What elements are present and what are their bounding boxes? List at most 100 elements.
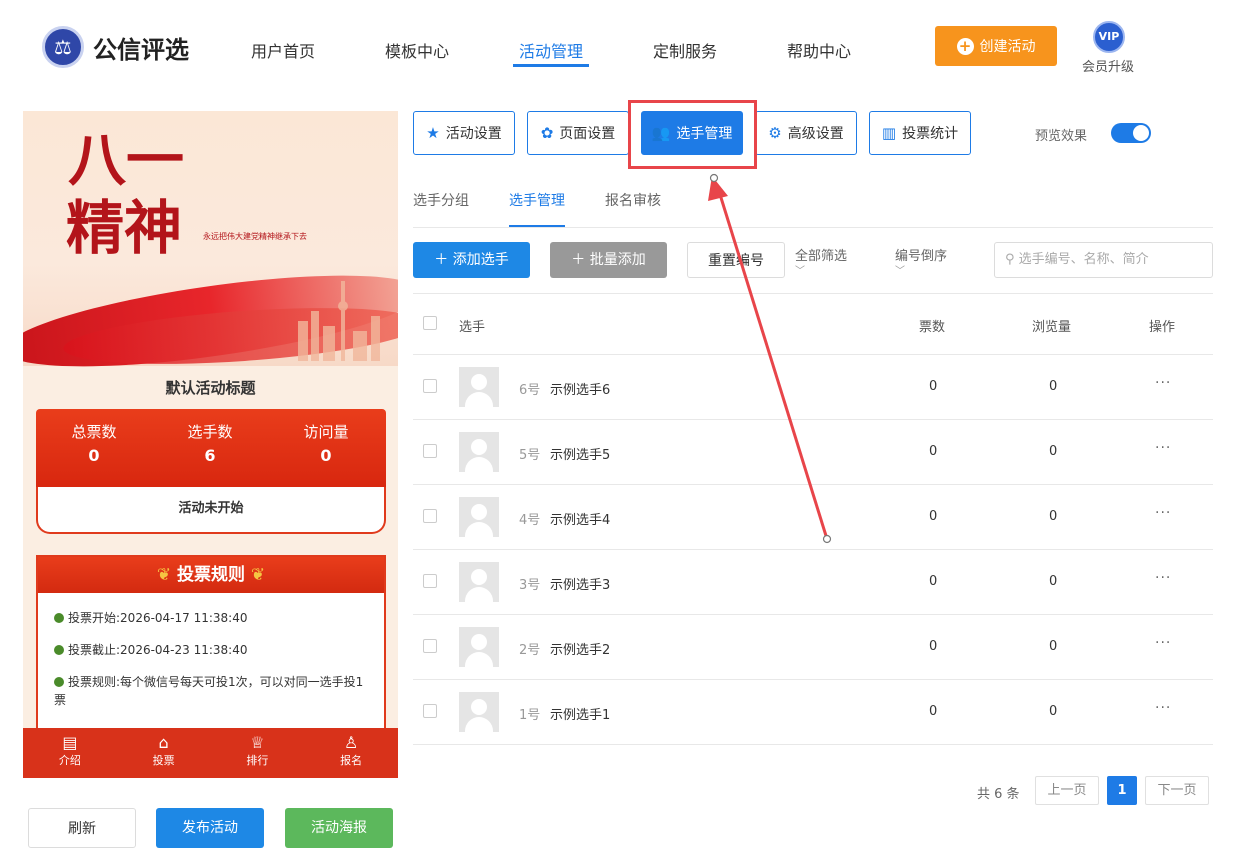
more-actions-icon[interactable]: ··· — [1155, 440, 1171, 456]
tab-intro[interactable]: ▤ 介绍 — [23, 728, 117, 778]
contestant-name[interactable]: 示例选手2 — [550, 639, 610, 658]
contestant-name[interactable]: 示例选手6 — [550, 379, 610, 398]
contestant-name[interactable]: 示例选手3 — [550, 574, 610, 593]
clock-icon — [54, 613, 64, 623]
nav-custom-service[interactable]: 定制服务 — [653, 38, 717, 62]
batch-add-button[interactable]: ＋ 批量添加 — [550, 242, 667, 278]
tab-advanced-settings[interactable]: ⚙ 高级设置 — [755, 111, 857, 155]
logo-text[interactable]: 公信评选 — [93, 30, 189, 65]
more-actions-icon[interactable]: ··· — [1155, 700, 1171, 716]
row-checkbox[interactable] — [423, 639, 437, 653]
contestant-number: 4号 — [519, 513, 541, 528]
preview-effect-label: 预览效果 — [1035, 129, 1088, 144]
subtab-registration-review[interactable]: 报名审核 — [605, 190, 661, 210]
avatar — [459, 497, 499, 537]
contestant-name[interactable]: 示例选手1 — [550, 704, 610, 723]
plus-circle-icon: + — [956, 37, 974, 55]
tab-signup[interactable]: ♙ 报名 — [304, 728, 398, 778]
banner-slogan: 永远把伟大建党精神继承下去 — [203, 232, 307, 241]
tab-page-settings[interactable]: ✿ 页面设置 — [527, 111, 629, 155]
tab-vote[interactable]: ⌂ 投票 — [117, 728, 211, 778]
table-row: 3号 示例选手3 0 0 ··· — [413, 550, 1213, 615]
filter-all-dropdown[interactable]: 全部筛选 ﹀ — [795, 245, 847, 277]
vip-icon[interactable]: VIP — [1093, 21, 1125, 53]
vote-count: 0 — [929, 509, 938, 524]
poster-button[interactable]: 活动海报 — [285, 808, 393, 848]
page-number-current[interactable]: 1 — [1107, 776, 1137, 805]
gear-icon: ✿ — [540, 124, 554, 142]
row-checkbox[interactable] — [423, 509, 437, 523]
vote-count: 0 — [929, 379, 938, 394]
stat-label: 访问量 — [303, 423, 349, 441]
subtab-contestants[interactable]: 选手管理 — [509, 190, 565, 210]
more-actions-icon[interactable]: ··· — [1155, 570, 1171, 586]
subtab-groups[interactable]: 选手分组 — [413, 190, 469, 210]
banner-image: 八一 精神 永远把伟大建党精神继承下去 — [23, 111, 398, 385]
contestant-number: 6号 — [519, 383, 541, 398]
avatar — [459, 627, 499, 667]
more-actions-icon[interactable]: ··· — [1155, 505, 1171, 521]
clock-icon — [54, 645, 64, 655]
nav-activity-management[interactable]: 活动管理 — [519, 38, 583, 62]
laurel-icon: ❦ — [245, 565, 266, 585]
vip-upgrade-link[interactable]: 会员升级 — [1082, 56, 1134, 75]
banner-calligraphy: 八一 精神 — [66, 126, 185, 262]
logo-icon[interactable] — [42, 26, 84, 68]
row-checkbox[interactable] — [423, 704, 437, 718]
user-add-icon: ♙ — [343, 733, 359, 752]
table-row: 5号 示例选手5 0 0 ··· — [413, 420, 1213, 485]
nav-help[interactable]: 帮助中心 — [787, 38, 851, 62]
stat-visits: 访问量 0 — [268, 421, 384, 465]
vote-count: 0 — [929, 639, 938, 654]
subtab-divider — [413, 227, 1213, 228]
chevron-down-icon: ﹀ — [795, 266, 805, 277]
vote-count: 0 — [929, 444, 938, 459]
view-count: 0 — [1049, 444, 1058, 459]
add-contestant-button[interactable]: ＋ 添加选手 — [413, 242, 530, 278]
avatar — [459, 562, 499, 602]
row-checkbox[interactable] — [423, 574, 437, 588]
chevron-down-icon: ﹀ — [895, 266, 905, 277]
search-input[interactable]: ⚲ 选手编号、名称、简介 — [994, 242, 1213, 278]
stat-label: 选手数 — [187, 423, 233, 441]
tab-activity-settings[interactable]: ★ 活动设置 — [413, 111, 515, 155]
table-row: 6号 示例选手6 0 0 ··· — [413, 355, 1213, 420]
mobile-tabbar: ▤ 介绍 ⌂ 投票 ♕ 排行 ♙ 报名 — [23, 728, 398, 778]
column-actions: 操作 — [1149, 320, 1176, 335]
nav-templates[interactable]: 模板中心 — [385, 38, 449, 62]
contestant-number: 3号 — [519, 578, 541, 593]
column-votes: 票数 — [919, 320, 946, 335]
contestant-name[interactable]: 示例选手5 — [550, 444, 610, 463]
pagination-total: 共 6 条 — [977, 787, 1020, 802]
avatar — [459, 692, 499, 732]
select-all-checkbox[interactable] — [423, 316, 437, 330]
next-page-button[interactable]: 下一页 — [1145, 776, 1209, 805]
sort-dropdown[interactable]: 编号倒序 ﹀ — [895, 245, 947, 277]
rule-start: 投票开始:2026-04-17 11:38:40 — [54, 609, 374, 627]
table-row: 2号 示例选手2 0 0 ··· — [413, 615, 1213, 680]
table-row: 4号 示例选手4 0 0 ··· — [413, 485, 1213, 550]
preview-toggle[interactable] — [1111, 123, 1151, 143]
contestant-number: 5号 — [519, 448, 541, 463]
contestant-name[interactable]: 示例选手4 — [550, 509, 610, 528]
settings-list-icon: ⚙ — [768, 124, 782, 142]
stat-contestants: 选手数 6 — [152, 421, 268, 465]
more-actions-icon[interactable]: ··· — [1155, 375, 1171, 391]
more-actions-icon[interactable]: ··· — [1155, 635, 1171, 651]
tab-vote-statistics[interactable]: ▥ 投票统计 — [869, 111, 971, 155]
column-contestant: 选手 — [459, 320, 486, 335]
nav-home[interactable]: 用户首页 — [251, 38, 315, 62]
refresh-button[interactable]: 刷新 — [28, 808, 136, 848]
prev-page-button[interactable]: 上一页 — [1035, 776, 1099, 805]
create-activity-button[interactable]: + 创建活动 — [935, 26, 1057, 66]
subtab-active-indicator — [509, 225, 565, 227]
row-checkbox[interactable] — [423, 444, 437, 458]
laurel-icon: ❦ — [156, 565, 177, 585]
stat-value: 0 — [320, 446, 332, 465]
publish-button[interactable]: 发布活动 — [156, 808, 264, 848]
row-checkbox[interactable] — [423, 379, 437, 393]
tab-ranking[interactable]: ♕ 排行 — [211, 728, 305, 778]
renumber-button[interactable]: 重置编号 — [687, 242, 785, 278]
nav-active-indicator — [513, 64, 589, 67]
star-icon: ★ — [426, 124, 440, 142]
